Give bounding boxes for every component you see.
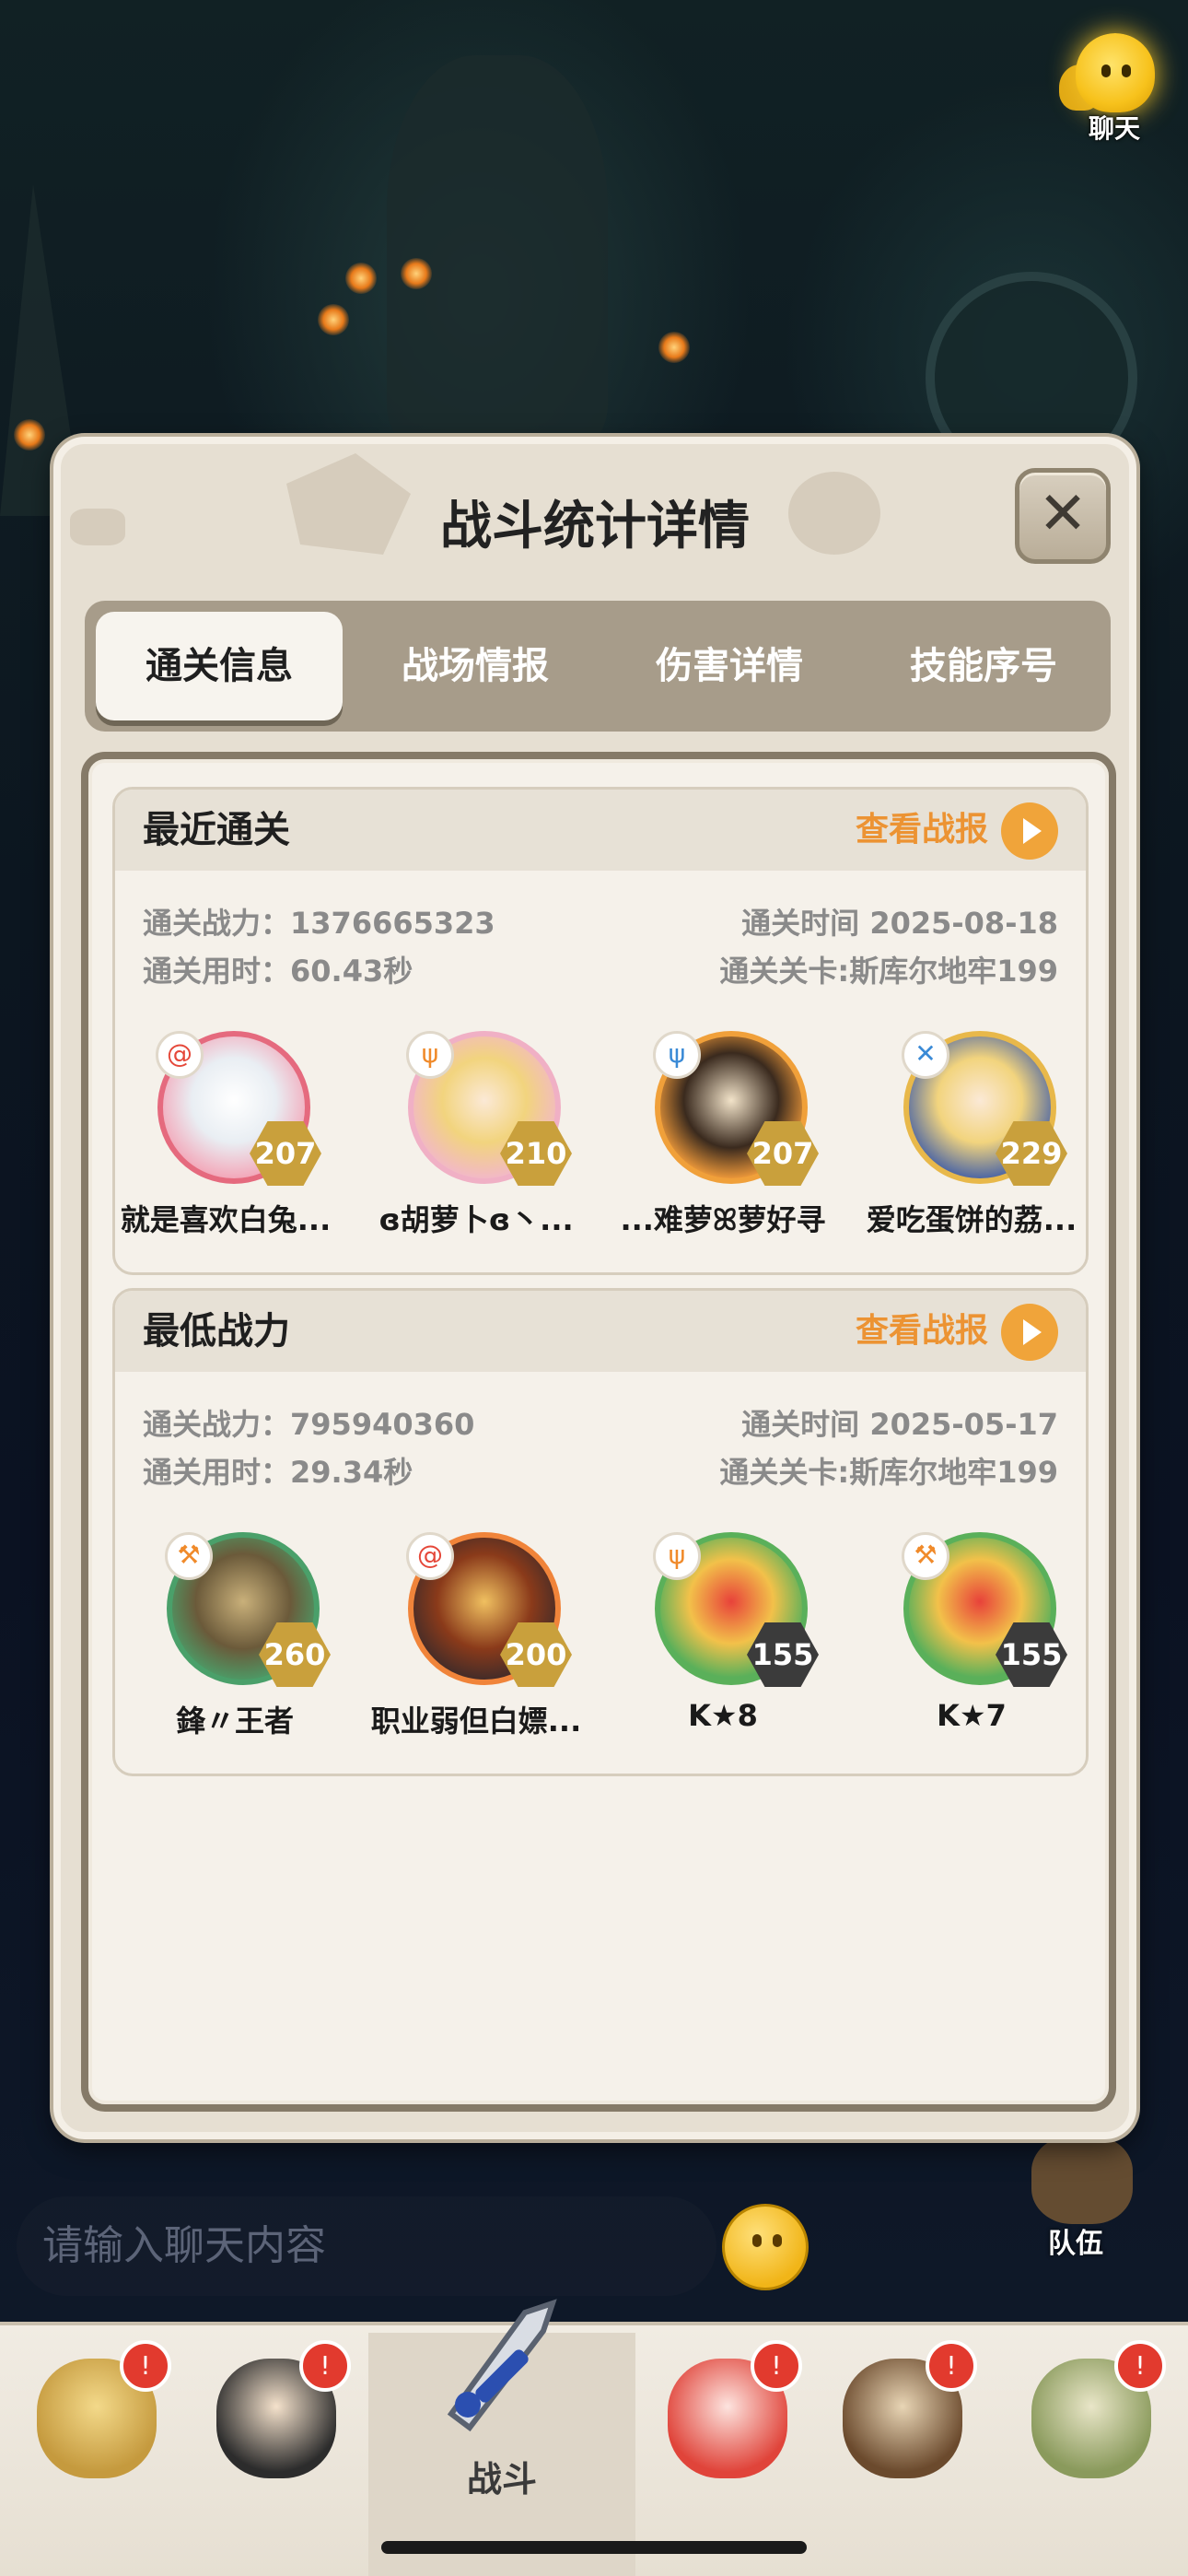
tab-damage-details[interactable]: 伤害详情 [606,612,853,720]
content-panel: 最近通关 查看战报 通关战力：1376665323 通关时间 2025-08-1… [81,752,1116,2112]
axe-badge-icon: ⚒ [902,1532,949,1580]
hero-card[interactable]: ψ 155 K★8 [612,1532,833,1744]
view-report-label: 查看战报 [855,1312,988,1350]
team-icon[interactable] [1031,2136,1133,2224]
card-title: 最低战力 [143,1310,290,1352]
nav-battle-label: 战斗 [466,2459,537,2500]
clear-power: 通关战力：795940360 [143,1407,475,1442]
sword-badge-icon: ✕ [902,1031,949,1079]
lowest-power-card: 最低战力 查看战报 通关战力：795940360 通关时间 2025-05-17… [112,1288,1089,1776]
hero-name: 就是喜欢白兔... [120,1202,332,1237]
trident-badge-icon: ψ [406,1031,454,1079]
sword-icon [447,2299,557,2432]
recent-clear-card: 最近通关 查看战报 通关战力：1376665323 通关时间 2025-08-1… [112,787,1089,1275]
axe-badge-icon: ⚒ [165,1532,213,1580]
spiral-badge-icon: @ [156,1031,204,1079]
alert-bell-icon: ! [120,2340,171,2392]
tab-battlefield-intel[interactable]: 战场情报 [352,612,599,720]
home-indicator[interactable] [381,2541,807,2554]
clear-time: 通关时间 2025-05-17 [741,1407,1058,1442]
close-button[interactable]: ✕ [1015,468,1111,564]
hero-card[interactable]: ψ 207 ...难萝ꕤ萝好寻 [612,1031,833,1243]
hero-name: 职业弱但白嫖... [370,1704,582,1739]
nav-item-hero-2[interactable]: ! [198,2340,355,2506]
torch-flame [345,263,377,294]
chat-input[interactable]: 请输入聊天内容 [17,2196,716,2296]
nav-item-hero-1[interactable]: ! [18,2340,175,2506]
modal-title: 战斗统计详情 [440,497,750,556]
view-report-button[interactable]: 查看战报 [846,802,1058,860]
view-report-button[interactable]: 查看战报 [846,1304,1058,1361]
hero-card[interactable]: ✕ 229 爱吃蛋饼的荔... [861,1031,1082,1243]
clear-stage: 通关关卡:斯库尔地牢199 [719,954,1058,989]
hero-name: K★7 [937,1698,1007,1733]
clear-stage: 通关关卡:斯库尔地牢199 [719,1455,1058,1490]
hero-card[interactable]: ⚒ 155 K★7 [861,1532,1082,1744]
hero-card[interactable]: @ 200 职业弱但白嫖... [366,1532,587,1744]
clear-duration: 通关用时：60.43秒 [143,954,413,989]
hero-card[interactable]: @ 207 就是喜欢白兔... [115,1031,336,1243]
alert-bell-icon: ! [926,2340,977,2392]
hero-card[interactable]: ⚒ 260 鋒〃王者 [124,1532,345,1744]
nav-item-hero-5[interactable]: ! [1013,2340,1170,2506]
tab-skill-order[interactable]: 技能序号 [860,612,1107,720]
torch-flame [318,304,349,335]
play-icon [1001,802,1058,860]
torch-flame [401,258,432,289]
spiral-badge-icon: @ [406,1532,454,1580]
card-title: 最近通关 [143,809,290,851]
trident-badge-icon: ψ [653,1031,701,1079]
view-report-label: 查看战报 [855,811,988,849]
hero-name: 爱吃蛋饼的荔... [866,1202,1077,1237]
torch-flame [14,419,45,451]
hero-card[interactable]: ψ 210 ɞ胡萝卜ɞ丶... [366,1031,587,1243]
alert-bell-icon: ! [751,2340,802,2392]
hero-name: ...难萝ꕤ萝好寻 [620,1202,826,1237]
clear-time: 通关时间 2025-08-18 [741,906,1058,941]
tab-bar: 通关信息 战场情报 伤害详情 技能序号 [85,601,1111,732]
tab-clear-info[interactable]: 通关信息 [96,612,343,720]
clear-power: 通关战力：1376665323 [143,906,495,941]
hero-name: 鋒〃王者 [175,1704,294,1739]
alert-bell-icon: ! [299,2340,351,2392]
hero-name: K★8 [688,1698,758,1733]
chat-button-label: 聊天 [1088,113,1140,144]
team-label[interactable]: 队伍 [1048,2220,1103,2261]
battle-stats-modal: 战斗统计详情 ✕ 通关信息 战场情报 伤害详情 技能序号 最近通关 查看战报 通… [53,437,1136,2139]
nav-item-hero-3[interactable]: ! [649,2340,806,2506]
chat-button[interactable]: 聊天 [1059,28,1170,147]
emoji-button[interactable] [722,2204,809,2290]
torch-flame [658,332,690,363]
clear-duration: 通关用时：29.34秒 [143,1455,413,1490]
close-icon: ✕ [1038,480,1088,548]
hero-name: ɞ胡萝卜ɞ丶... [379,1202,574,1237]
ghost-icon [1076,33,1155,112]
background-rock [387,55,608,442]
alert-bell-icon: ! [1114,2340,1166,2392]
trident-badge-icon: ψ [653,1532,701,1580]
nav-item-hero-4[interactable]: ! [824,2340,981,2506]
play-icon [1001,1304,1058,1361]
